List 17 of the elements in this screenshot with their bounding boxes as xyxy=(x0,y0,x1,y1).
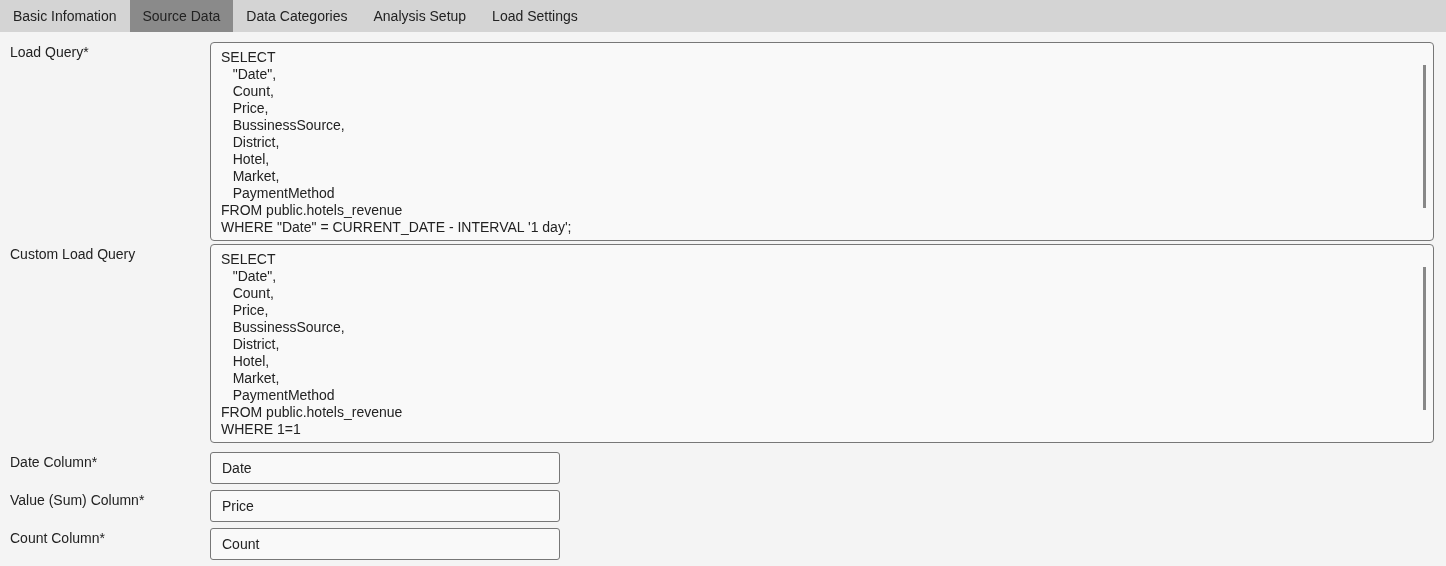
input-field[interactable]: Date xyxy=(210,452,560,484)
tab[interactable]: Load Settings xyxy=(479,0,591,32)
input-field[interactable]: Count xyxy=(210,528,560,560)
field-label: Value (Sum) Column* xyxy=(9,491,146,508)
tab[interactable]: Basic Infomation xyxy=(0,0,130,32)
field-label: Custom Load Query xyxy=(9,245,137,262)
input-field[interactable]: Price xyxy=(210,490,560,522)
field-label: Load Query* xyxy=(9,43,90,60)
query-field[interactable]: SELECT "Date", Count, Price, BussinessSource, District, Hotel, Market, PaymentMethod FROM public.hotels_revenue WHERE "Date" = CURRENT_DATE - INTERVAL '1 day'; xyxy=(210,42,1434,241)
field-label: Count Column* xyxy=(9,529,106,546)
query-field[interactable]: SELECT "Date", Count, Price, BussinessSource, District, Hotel, Market, PaymentMethod FROM public.hotels_revenue WHERE 1=1 xyxy=(210,244,1434,443)
scrollbar[interactable] xyxy=(1423,65,1426,208)
tab[interactable]: Analysis Setup xyxy=(360,0,480,32)
field-label: Date Column* xyxy=(9,453,99,470)
scrollbar[interactable] xyxy=(1423,267,1426,410)
tab[interactable]: Source Data xyxy=(129,0,234,32)
tab[interactable]: Data Categories xyxy=(233,0,361,32)
